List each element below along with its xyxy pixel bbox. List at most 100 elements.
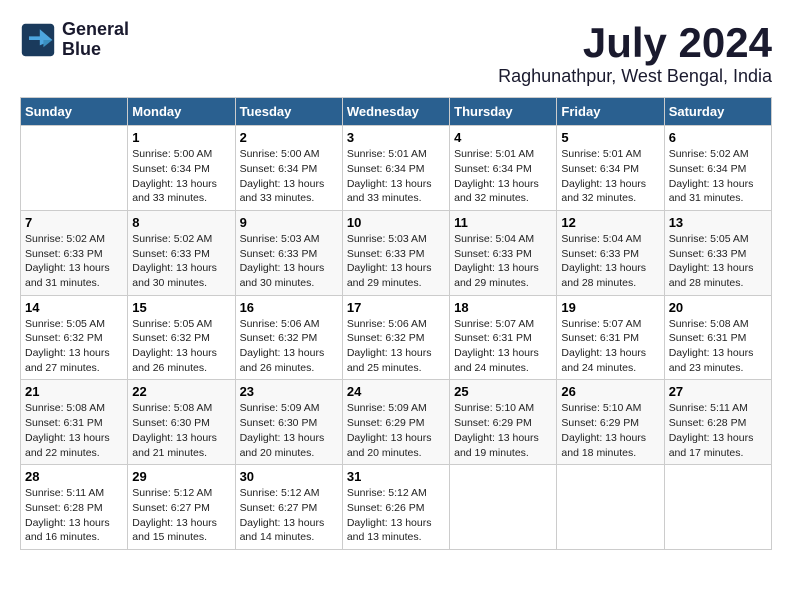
day-info: Sunrise: 5:07 AM Sunset: 6:31 PM Dayligh… [454,317,552,376]
calendar-body: 1Sunrise: 5:00 AM Sunset: 6:34 PM Daylig… [21,126,772,550]
day-cell: 5 Sunrise: 5:01 AM Sunset: 6:34 PM Daylig… [557,126,664,211]
week-row-3: 14Sunrise: 5:05 AM Sunset: 6:32 PM Dayli… [21,295,772,380]
day-number: 26 [561,384,659,399]
day-number: 30 [240,469,338,484]
day-info: Sunrise: 5:02 AM Sunset: 6:33 PM Dayligh… [25,232,123,291]
day-cell: 14Sunrise: 5:05 AM Sunset: 6:32 PM Dayli… [21,295,128,380]
day-info: Sunrise: 5:04 AM Sunset: 6:33 PM Dayligh… [454,232,552,291]
day-cell: 24Sunrise: 5:09 AM Sunset: 6:29 PM Dayli… [342,380,449,465]
day-info: Sunrise: 5:11 AM Sunset: 6:28 PM Dayligh… [669,401,767,460]
day-cell: 11 Sunrise: 5:04 AM Sunset: 6:33 PM Dayli… [450,210,557,295]
day-info: Sunrise: 5:09 AM Sunset: 6:30 PM Dayligh… [240,401,338,460]
day-cell: 4 Sunrise: 5:01 AM Sunset: 6:34 PM Daylig… [450,126,557,211]
day-info: Sunrise: 5:03 AM Sunset: 6:33 PM Dayligh… [347,232,445,291]
week-row-1: 1Sunrise: 5:00 AM Sunset: 6:34 PM Daylig… [21,126,772,211]
col-header-friday: Friday [557,98,664,126]
day-info: Sunrise: 5:07 AM Sunset: 6:31 PM Dayligh… [561,317,659,376]
day-number: 27 [669,384,767,399]
day-number: 23 [240,384,338,399]
week-row-2: 7 Sunrise: 5:02 AM Sunset: 6:33 PM Daylig… [21,210,772,295]
logo-text: GeneralBlue [62,20,129,60]
page-header: GeneralBlue July 2024 Raghunathpur, West… [20,20,772,87]
day-number: 28 [25,469,123,484]
day-cell: 3Sunrise: 5:01 AM Sunset: 6:34 PM Daylig… [342,126,449,211]
day-info: Sunrise: 5:12 AM Sunset: 6:26 PM Dayligh… [347,486,445,545]
day-info: Sunrise: 5:11 AM Sunset: 6:28 PM Dayligh… [25,486,123,545]
day-cell: 10 Sunrise: 5:03 AM Sunset: 6:33 PM Dayli… [342,210,449,295]
day-cell [557,465,664,550]
day-info: Sunrise: 5:02 AM Sunset: 6:33 PM Dayligh… [132,232,230,291]
day-number: 5 [561,130,659,145]
day-number: 16 [240,300,338,315]
col-header-sunday: Sunday [21,98,128,126]
day-info: Sunrise: 5:08 AM Sunset: 6:31 PM Dayligh… [25,401,123,460]
day-cell: 26Sunrise: 5:10 AM Sunset: 6:29 PM Dayli… [557,380,664,465]
day-info: Sunrise: 5:01 AM Sunset: 6:34 PM Dayligh… [561,147,659,206]
day-info: Sunrise: 5:02 AM Sunset: 6:34 PM Dayligh… [669,147,767,206]
day-number: 29 [132,469,230,484]
logo-icon [20,22,56,58]
day-number: 7 [25,215,123,230]
day-number: 4 [454,130,552,145]
day-cell: 15 Sunrise: 5:05 AM Sunset: 6:32 PM Dayli… [128,295,235,380]
day-cell: 20 Sunrise: 5:08 AM Sunset: 6:31 PM Dayli… [664,295,771,380]
day-number: 10 [347,215,445,230]
day-number: 2 [240,130,338,145]
day-number: 20 [669,300,767,315]
week-row-5: 28 Sunrise: 5:11 AM Sunset: 6:28 PM Dayli… [21,465,772,550]
day-info: Sunrise: 5:12 AM Sunset: 6:27 PM Dayligh… [240,486,338,545]
day-info: Sunrise: 5:04 AM Sunset: 6:33 PM Dayligh… [561,232,659,291]
day-number: 12 [561,215,659,230]
day-cell: 9 Sunrise: 5:03 AM Sunset: 6:33 PM Daylig… [235,210,342,295]
day-number: 17 [347,300,445,315]
day-cell: 22Sunrise: 5:08 AM Sunset: 6:30 PM Dayli… [128,380,235,465]
day-cell: 27 Sunrise: 5:11 AM Sunset: 6:28 PM Dayli… [664,380,771,465]
day-info: Sunrise: 5:06 AM Sunset: 6:32 PM Dayligh… [347,317,445,376]
day-info: Sunrise: 5:05 AM Sunset: 6:32 PM Dayligh… [132,317,230,376]
day-cell: 29 Sunrise: 5:12 AM Sunset: 6:27 PM Dayli… [128,465,235,550]
day-cell: 30 Sunrise: 5:12 AM Sunset: 6:27 PM Dayli… [235,465,342,550]
day-info: Sunrise: 5:01 AM Sunset: 6:34 PM Dayligh… [454,147,552,206]
day-cell [664,465,771,550]
day-cell: 25Sunrise: 5:10 AM Sunset: 6:29 PM Dayli… [450,380,557,465]
day-info: Sunrise: 5:12 AM Sunset: 6:27 PM Dayligh… [132,486,230,545]
day-cell: 8 Sunrise: 5:02 AM Sunset: 6:33 PM Daylig… [128,210,235,295]
day-info: Sunrise: 5:08 AM Sunset: 6:31 PM Dayligh… [669,317,767,376]
day-number: 9 [240,215,338,230]
day-cell: 21Sunrise: 5:08 AM Sunset: 6:31 PM Dayli… [21,380,128,465]
day-cell: 13Sunrise: 5:05 AM Sunset: 6:33 PM Dayli… [664,210,771,295]
day-info: Sunrise: 5:00 AM Sunset: 6:34 PM Dayligh… [240,147,338,206]
day-info: Sunrise: 5:03 AM Sunset: 6:33 PM Dayligh… [240,232,338,291]
day-cell [450,465,557,550]
day-number: 19 [561,300,659,315]
day-cell: 31 Sunrise: 5:12 AM Sunset: 6:26 PM Dayli… [342,465,449,550]
day-cell: 18Sunrise: 5:07 AM Sunset: 6:31 PM Dayli… [450,295,557,380]
col-header-wednesday: Wednesday [342,98,449,126]
calendar-table: SundayMondayTuesdayWednesdayThursdayFrid… [20,97,772,550]
day-number: 6 [669,130,767,145]
col-header-saturday: Saturday [664,98,771,126]
day-info: Sunrise: 5:10 AM Sunset: 6:29 PM Dayligh… [454,401,552,460]
day-cell: 19 Sunrise: 5:07 AM Sunset: 6:31 PM Dayli… [557,295,664,380]
col-header-thursday: Thursday [450,98,557,126]
day-number: 15 [132,300,230,315]
day-info: Sunrise: 5:06 AM Sunset: 6:32 PM Dayligh… [240,317,338,376]
day-cell: 6 Sunrise: 5:02 AM Sunset: 6:34 PM Daylig… [664,126,771,211]
col-header-monday: Monday [128,98,235,126]
day-info: Sunrise: 5:09 AM Sunset: 6:29 PM Dayligh… [347,401,445,460]
location: Raghunathpur, West Bengal, India [498,66,772,87]
day-number: 22 [132,384,230,399]
day-number: 8 [132,215,230,230]
week-row-4: 21Sunrise: 5:08 AM Sunset: 6:31 PM Dayli… [21,380,772,465]
day-number: 11 [454,215,552,230]
day-cell: 2 Sunrise: 5:00 AM Sunset: 6:34 PM Daylig… [235,126,342,211]
day-cell: 23 Sunrise: 5:09 AM Sunset: 6:30 PM Dayli… [235,380,342,465]
logo: GeneralBlue [20,20,129,60]
day-info: Sunrise: 5:05 AM Sunset: 6:32 PM Dayligh… [25,317,123,376]
month-title: July 2024 [498,20,772,66]
day-cell: 28 Sunrise: 5:11 AM Sunset: 6:28 PM Dayli… [21,465,128,550]
col-header-tuesday: Tuesday [235,98,342,126]
day-number: 13 [669,215,767,230]
day-number: 31 [347,469,445,484]
title-block: July 2024 Raghunathpur, West Bengal, Ind… [498,20,772,87]
